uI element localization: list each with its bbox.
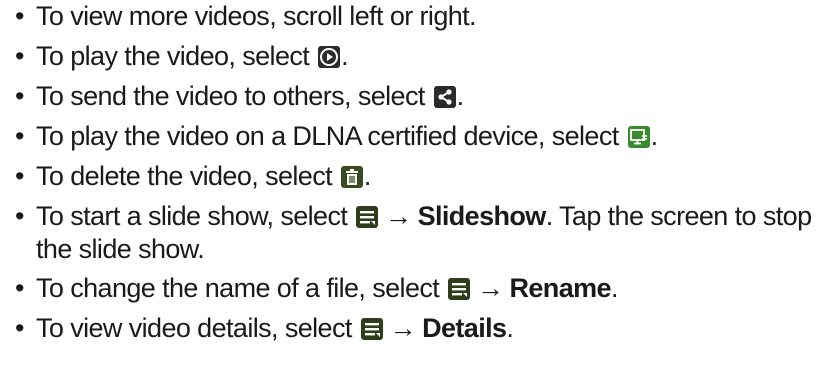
item-text: To play the video, select (36, 41, 310, 71)
option-name: Details (422, 313, 507, 343)
list-item: • To change the name of a file, select →… (12, 272, 812, 305)
item-text-after: . (610, 273, 618, 303)
bullet: • (15, 81, 24, 111)
list-item: • To view video details, select → Details… (12, 312, 812, 345)
list-item: • To view more videos, scroll left or ri… (12, 0, 812, 33)
arrow: → (385, 201, 412, 231)
item-text: To delete the video, select (36, 161, 333, 191)
bullet: • (15, 1, 24, 31)
bullet: • (15, 313, 24, 343)
list-item: • To start a slide show, select → Slidesh… (12, 200, 812, 266)
item-text-after: . (650, 121, 658, 151)
item-text: To start a slide show, select (36, 201, 348, 231)
item-text-after: . (456, 81, 464, 111)
arrow: → (477, 273, 504, 303)
bullet: • (15, 41, 24, 71)
menu-icon (360, 318, 383, 340)
list-item: • To send the video to others, select . (12, 80, 812, 113)
item-text-after: . (363, 161, 371, 191)
menu-icon (356, 206, 379, 228)
list-item: • To play the video on a DLNA certified … (12, 120, 812, 153)
bullet: • (15, 201, 24, 231)
bullet: • (15, 161, 24, 191)
item-text-after: . (506, 313, 514, 343)
bullet: • (15, 121, 24, 151)
arrow: → (389, 313, 417, 343)
list-item: • To delete the video, select . (12, 160, 812, 193)
item-text-after: . (341, 41, 348, 71)
instruction-list: • To view more videos, scroll left or ri… (12, 0, 812, 352)
item-text: To view more videos, scroll left or righ… (36, 1, 477, 31)
item-text: To send the video to others, select (36, 81, 425, 111)
share-icon (433, 86, 456, 108)
item-text: To change the name of a file, select (36, 273, 440, 303)
bullet: • (15, 273, 24, 303)
item-text: To play the video on a DLNA certified de… (36, 121, 619, 151)
dlna-device-icon (627, 126, 650, 148)
option-name: Slideshow (417, 201, 547, 231)
item-text: To view video details, select (36, 313, 352, 343)
menu-icon (448, 278, 471, 300)
option-name: Rename (509, 273, 611, 303)
play-icon (318, 46, 341, 68)
list-item: • To play the video, select . (12, 40, 812, 73)
trash-icon (340, 166, 363, 188)
